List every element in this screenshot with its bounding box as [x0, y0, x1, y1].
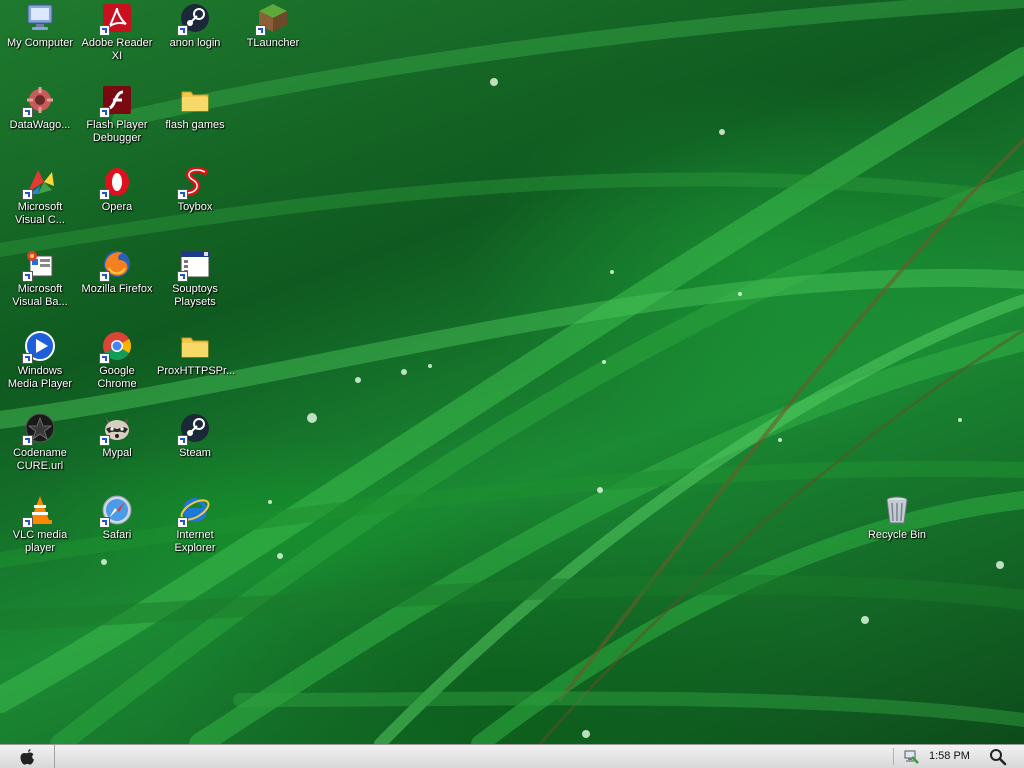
icon-label: Toybox [177, 201, 213, 213]
taskbar: 1:58 PM [0, 744, 1024, 768]
icon-label: My Computer [6, 37, 74, 49]
adobe-reader-icon [99, 2, 133, 36]
desktop-icon-mypal[interactable]: Mypal [79, 412, 155, 460]
shortcut-arrow-icon [22, 435, 33, 446]
shortcut-arrow-icon [22, 107, 33, 118]
shortcut-arrow-icon [99, 25, 110, 36]
tlauncher-icon [255, 2, 289, 36]
desktop-icon-souptoys[interactable]: Souptoys Playsets [157, 248, 233, 309]
icon-label: TLauncher [246, 37, 300, 49]
steam-icon [177, 412, 211, 446]
safari-icon [99, 494, 133, 528]
firefox-icon [99, 248, 133, 282]
raccoon-icon [99, 412, 133, 446]
icon-label: Microsoft Visual Ba... [12, 283, 68, 308]
shortcut-arrow-icon [177, 435, 188, 446]
shortcut-arrow-icon [255, 25, 266, 36]
star-icon [22, 412, 56, 446]
desktop-icon-flash-player[interactable]: Flash Player Debugger [79, 84, 155, 145]
network-icon[interactable] [903, 749, 919, 764]
icon-label: Internet Explorer [174, 529, 216, 554]
icon-label: Souptoys Playsets [172, 283, 218, 308]
shortcut-arrow-icon [99, 435, 110, 446]
icon-label: ProxHTTPSPr... [157, 365, 236, 377]
clock[interactable]: 1:58 PM [929, 750, 970, 762]
shortcut-arrow-icon [99, 353, 110, 364]
shortcut-arrow-icon [22, 353, 33, 364]
folder-icon [179, 330, 211, 362]
icon-label: Opera [101, 201, 133, 213]
flash-player-icon [99, 84, 133, 118]
desktop-icon-tlauncher[interactable]: TLauncher [235, 2, 311, 50]
desktop-icon-flash-games[interactable]: flash games [157, 84, 233, 132]
desktop-icon-recycle-bin[interactable]: Recycle Bin [859, 494, 935, 542]
icon-label: Windows Media Player [7, 365, 73, 390]
vlc-icon [22, 494, 56, 528]
icon-label: Google Chrome [97, 365, 137, 390]
desktop-icon-internet-explorer[interactable]: Internet Explorer [157, 494, 233, 555]
icon-label: flash games [165, 119, 225, 131]
shortcut-arrow-icon [177, 517, 188, 528]
toybox-icon [177, 166, 211, 200]
icon-label: Safari [102, 529, 132, 541]
icon-label: DataWago... [9, 119, 71, 131]
desktop-icon-datawago[interactable]: DataWago... [2, 84, 78, 132]
tray-separator [893, 748, 894, 765]
visual-basic-icon [22, 248, 56, 282]
shortcut-arrow-icon [22, 189, 33, 200]
desktop[interactable]: My Computer Adobe Reader XI anon login T… [0, 0, 1024, 744]
desktop-icon-firefox[interactable]: Mozilla Firefox [79, 248, 155, 296]
icon-label: Mypal [102, 447, 132, 459]
shortcut-arrow-icon [177, 25, 188, 36]
steam-icon [177, 2, 211, 36]
desktop-icon-opera[interactable]: Opera [79, 166, 155, 214]
icon-label: Recycle Bin [867, 529, 927, 541]
icon-label: Microsoft Visual C... [15, 201, 65, 226]
desktop-icon-adobe-reader[interactable]: Adobe Reader XI [79, 2, 155, 63]
shortcut-arrow-icon [99, 271, 110, 282]
media-player-icon [22, 330, 56, 364]
desktop-icon-codename-cure[interactable]: Codename CURE.url [2, 412, 78, 473]
recycle-bin-icon [881, 494, 913, 526]
desktop-icon-my-computer[interactable]: My Computer [2, 2, 78, 50]
desktop-icon-anon-login[interactable]: anon login [157, 2, 233, 50]
icon-label: Codename CURE.url [13, 447, 67, 472]
window-app-icon [177, 248, 211, 282]
icon-label: VLC media player [12, 529, 68, 554]
apple-logo-icon [20, 749, 34, 765]
folder-icon [179, 84, 211, 116]
desktop-icon-toybox[interactable]: Toybox [157, 166, 233, 214]
desktop-icon-steam[interactable]: Steam [157, 412, 233, 460]
icon-label: anon login [169, 37, 221, 49]
icon-label: Mozilla Firefox [81, 283, 153, 295]
shortcut-arrow-icon [22, 271, 33, 282]
start-button[interactable] [0, 745, 55, 768]
shortcut-arrow-icon [177, 189, 188, 200]
desktop-icon-visual-c[interactable]: Microsoft Visual C... [2, 166, 78, 227]
magnifier-icon[interactable] [989, 748, 1007, 766]
shortcut-arrow-icon [99, 517, 110, 528]
chrome-icon [99, 330, 133, 364]
desktop-icon-safari[interactable]: Safari [79, 494, 155, 542]
shortcut-arrow-icon [99, 107, 110, 118]
shortcut-arrow-icon [99, 189, 110, 200]
icon-label: Adobe Reader XI [81, 37, 153, 62]
my-computer-icon [24, 2, 56, 34]
shortcut-arrow-icon [177, 271, 188, 282]
shortcut-arrow-icon [22, 517, 33, 528]
opera-icon [99, 166, 133, 200]
datawago-icon [22, 84, 56, 118]
icon-label: Steam [179, 447, 211, 459]
desktop-icon-media-player[interactable]: Windows Media Player [2, 330, 78, 391]
visual-c-icon [22, 166, 56, 200]
desktop-icon-visual-basic[interactable]: Microsoft Visual Ba... [2, 248, 78, 309]
ie-icon [177, 494, 211, 528]
desktop-icon-proxhttps[interactable]: ProxHTTPSPr... [157, 330, 236, 378]
icon-label: Flash Player Debugger [86, 119, 148, 144]
desktop-icon-vlc[interactable]: VLC media player [2, 494, 78, 555]
desktop-icon-chrome[interactable]: Google Chrome [79, 330, 155, 391]
